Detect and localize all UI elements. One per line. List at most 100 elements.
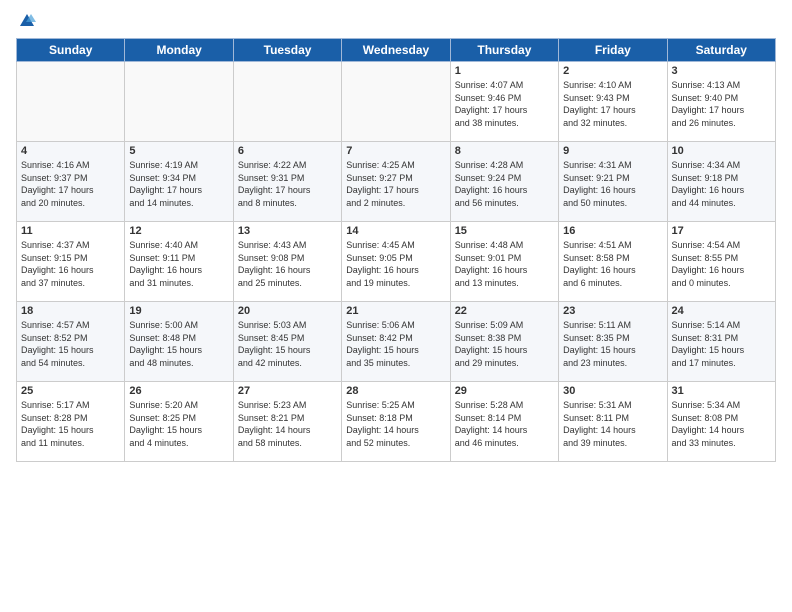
- calendar-cell: 31 Sunrise: 5:34 AM Sunset: 8:08 PM Dayli…: [667, 382, 775, 462]
- calendar-week: 4Sunrise: 4:16 AM Sunset: 9:37 PM Daylig…: [17, 142, 776, 222]
- calendar-cell: [125, 62, 233, 142]
- weekday-header: Wednesday: [342, 39, 450, 62]
- day-info: Sunrise: 5:06 AM Sunset: 8:42 PM Dayligh…: [346, 319, 445, 369]
- calendar-week: 11 Sunrise: 4:37 AM Sunset: 9:15 PM Dayli…: [17, 222, 776, 302]
- weekday-header: Monday: [125, 39, 233, 62]
- day-info: Sunrise: 4:37 AM Sunset: 9:15 PM Dayligh…: [21, 239, 120, 289]
- day-info: Sunrise: 4:13 AM Sunset: 9:40 PM Dayligh…: [672, 79, 771, 129]
- day-info: Sunrise: 4:34 AM Sunset: 9:18 PM Dayligh…: [672, 159, 771, 209]
- calendar-cell: 27 Sunrise: 5:23 AM Sunset: 8:21 PM Dayli…: [233, 382, 341, 462]
- day-number: 7: [346, 145, 445, 157]
- calendar-cell: 26 Sunrise: 5:20 AM Sunset: 8:25 PM Dayli…: [125, 382, 233, 462]
- day-info: Sunrise: 4:31 AM Sunset: 9:21 PM Dayligh…: [563, 159, 662, 209]
- day-number: 30: [563, 385, 662, 397]
- day-info: Sunrise: 5:31 AM Sunset: 8:11 PM Dayligh…: [563, 399, 662, 449]
- day-number: 8: [455, 145, 554, 157]
- weekday-header: Thursday: [450, 39, 558, 62]
- day-info: Sunrise: 5:03 AM Sunset: 8:45 PM Dayligh…: [238, 319, 337, 369]
- day-info: Sunrise: 4:10 AM Sunset: 9:43 PM Dayligh…: [563, 79, 662, 129]
- day-number: 10: [672, 145, 771, 157]
- day-number: 16: [563, 225, 662, 237]
- calendar-cell: 17 Sunrise: 4:54 AM Sunset: 8:55 PM Dayli…: [667, 222, 775, 302]
- day-number: 27: [238, 385, 337, 397]
- day-number: 1: [455, 65, 554, 77]
- day-info: Sunrise: 5:14 AM Sunset: 8:31 PM Dayligh…: [672, 319, 771, 369]
- calendar-cell: 6 Sunrise: 4:22 AM Sunset: 9:31 PM Daylig…: [233, 142, 341, 222]
- day-number: 5: [129, 145, 228, 157]
- calendar-cell: 16 Sunrise: 4:51 AM Sunset: 8:58 PM Dayli…: [559, 222, 667, 302]
- day-info: Sunrise: 4:22 AM Sunset: 9:31 PM Dayligh…: [238, 159, 337, 209]
- calendar-cell: 14 Sunrise: 4:45 AM Sunset: 9:05 PM Dayli…: [342, 222, 450, 302]
- day-number: 15: [455, 225, 554, 237]
- calendar-cell: 30 Sunrise: 5:31 AM Sunset: 8:11 PM Dayli…: [559, 382, 667, 462]
- calendar-cell: 28 Sunrise: 5:25 AM Sunset: 8:18 PM Dayli…: [342, 382, 450, 462]
- day-number: 26: [129, 385, 228, 397]
- calendar-cell: 9Sunrise: 4:31 AM Sunset: 9:21 PM Daylig…: [559, 142, 667, 222]
- calendar-cell: 2 Sunrise: 4:10 AM Sunset: 9:43 PM Daylig…: [559, 62, 667, 142]
- day-number: 13: [238, 225, 337, 237]
- day-number: 25: [21, 385, 120, 397]
- calendar-cell: 18Sunrise: 4:57 AM Sunset: 8:52 PM Dayli…: [17, 302, 125, 382]
- day-number: 31: [672, 385, 771, 397]
- day-info: Sunrise: 4:48 AM Sunset: 9:01 PM Dayligh…: [455, 239, 554, 289]
- calendar-header: SundayMondayTuesdayWednesdayThursdayFrid…: [17, 39, 776, 62]
- day-info: Sunrise: 4:25 AM Sunset: 9:27 PM Dayligh…: [346, 159, 445, 209]
- logo-icon: [18, 12, 36, 30]
- day-info: Sunrise: 4:40 AM Sunset: 9:11 PM Dayligh…: [129, 239, 228, 289]
- calendar-cell: 8 Sunrise: 4:28 AM Sunset: 9:24 PM Daylig…: [450, 142, 558, 222]
- day-number: 12: [129, 225, 228, 237]
- day-number: 11: [21, 225, 120, 237]
- calendar-cell: 25 Sunrise: 5:17 AM Sunset: 8:28 PM Dayli…: [17, 382, 125, 462]
- day-info: Sunrise: 5:00 AM Sunset: 8:48 PM Dayligh…: [129, 319, 228, 369]
- calendar-cell: [342, 62, 450, 142]
- day-info: Sunrise: 5:23 AM Sunset: 8:21 PM Dayligh…: [238, 399, 337, 449]
- day-info: Sunrise: 5:34 AM Sunset: 8:08 PM Dayligh…: [672, 399, 771, 449]
- calendar-cell: 7 Sunrise: 4:25 AM Sunset: 9:27 PM Daylig…: [342, 142, 450, 222]
- day-info: Sunrise: 4:16 AM Sunset: 9:37 PM Dayligh…: [21, 159, 120, 209]
- calendar-body: 1 Sunrise: 4:07 AM Sunset: 9:46 PM Daylig…: [17, 62, 776, 462]
- page: SundayMondayTuesdayWednesdayThursdayFrid…: [0, 0, 792, 612]
- calendar-cell: 29 Sunrise: 5:28 AM Sunset: 8:14 PM Dayli…: [450, 382, 558, 462]
- day-number: 29: [455, 385, 554, 397]
- calendar-cell: 13 Sunrise: 4:43 AM Sunset: 9:08 PM Dayli…: [233, 222, 341, 302]
- day-info: Sunrise: 4:07 AM Sunset: 9:46 PM Dayligh…: [455, 79, 554, 129]
- day-info: Sunrise: 4:45 AM Sunset: 9:05 PM Dayligh…: [346, 239, 445, 289]
- day-info: Sunrise: 5:17 AM Sunset: 8:28 PM Dayligh…: [21, 399, 120, 449]
- weekday-header: Saturday: [667, 39, 775, 62]
- day-info: Sunrise: 5:28 AM Sunset: 8:14 PM Dayligh…: [455, 399, 554, 449]
- calendar-cell: 5 Sunrise: 4:19 AM Sunset: 9:34 PM Daylig…: [125, 142, 233, 222]
- day-info: Sunrise: 4:57 AM Sunset: 8:52 PM Dayligh…: [21, 319, 120, 369]
- day-info: Sunrise: 4:28 AM Sunset: 9:24 PM Dayligh…: [455, 159, 554, 209]
- day-number: 14: [346, 225, 445, 237]
- day-info: Sunrise: 4:51 AM Sunset: 8:58 PM Dayligh…: [563, 239, 662, 289]
- calendar: SundayMondayTuesdayWednesdayThursdayFrid…: [16, 38, 776, 462]
- calendar-cell: 12 Sunrise: 4:40 AM Sunset: 9:11 PM Dayli…: [125, 222, 233, 302]
- weekday-header: Sunday: [17, 39, 125, 62]
- day-number: 28: [346, 385, 445, 397]
- calendar-week: 25 Sunrise: 5:17 AM Sunset: 8:28 PM Dayli…: [17, 382, 776, 462]
- weekday-header: Friday: [559, 39, 667, 62]
- day-info: Sunrise: 4:43 AM Sunset: 9:08 PM Dayligh…: [238, 239, 337, 289]
- calendar-week: 1 Sunrise: 4:07 AM Sunset: 9:46 PM Daylig…: [17, 62, 776, 142]
- calendar-cell: 24 Sunrise: 5:14 AM Sunset: 8:31 PM Dayli…: [667, 302, 775, 382]
- day-info: Sunrise: 5:11 AM Sunset: 8:35 PM Dayligh…: [563, 319, 662, 369]
- calendar-cell: 20Sunrise: 5:03 AM Sunset: 8:45 PM Dayli…: [233, 302, 341, 382]
- day-info: Sunrise: 5:25 AM Sunset: 8:18 PM Dayligh…: [346, 399, 445, 449]
- day-number: 2: [563, 65, 662, 77]
- day-number: 24: [672, 305, 771, 317]
- day-number: 3: [672, 65, 771, 77]
- day-number: 17: [672, 225, 771, 237]
- day-info: Sunrise: 5:09 AM Sunset: 8:38 PM Dayligh…: [455, 319, 554, 369]
- day-info: Sunrise: 5:20 AM Sunset: 8:25 PM Dayligh…: [129, 399, 228, 449]
- day-info: Sunrise: 4:19 AM Sunset: 9:34 PM Dayligh…: [129, 159, 228, 209]
- calendar-cell: 21Sunrise: 5:06 AM Sunset: 8:42 PM Dayli…: [342, 302, 450, 382]
- calendar-cell: 4Sunrise: 4:16 AM Sunset: 9:37 PM Daylig…: [17, 142, 125, 222]
- calendar-cell: 10 Sunrise: 4:34 AM Sunset: 9:18 PM Dayli…: [667, 142, 775, 222]
- calendar-week: 18Sunrise: 4:57 AM Sunset: 8:52 PM Dayli…: [17, 302, 776, 382]
- calendar-cell: 19Sunrise: 5:00 AM Sunset: 8:48 PM Dayli…: [125, 302, 233, 382]
- header: [16, 12, 776, 30]
- calendar-cell: 22Sunrise: 5:09 AM Sunset: 8:38 PM Dayli…: [450, 302, 558, 382]
- day-info: Sunrise: 4:54 AM Sunset: 8:55 PM Dayligh…: [672, 239, 771, 289]
- day-number: 6: [238, 145, 337, 157]
- day-number: 23: [563, 305, 662, 317]
